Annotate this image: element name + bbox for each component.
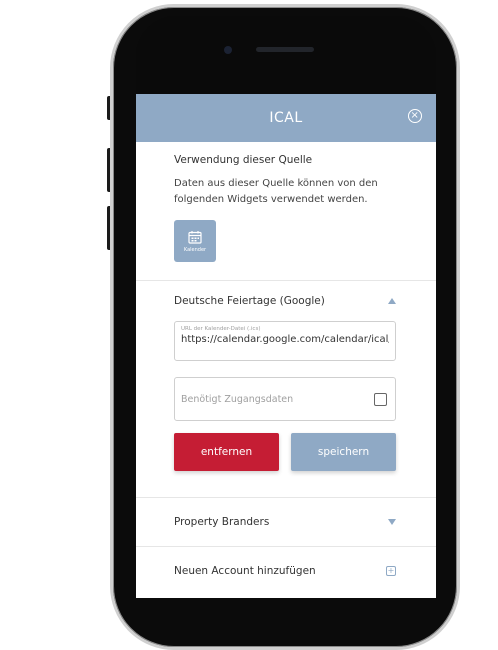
account-name: Property Branders <box>174 516 270 528</box>
widget-calendar-tile[interactable]: Kalender <box>174 220 216 262</box>
modal-header: ICAL × <box>136 94 436 142</box>
ical-modal: ICAL × Verwendung dieser Quelle Daten au… <box>136 94 436 598</box>
usage-description: Daten aus dieser Quelle können von den f… <box>174 178 378 205</box>
source-name: Deutsche Feiertage (Google) <box>174 295 325 307</box>
usage-title: Verwendung dieser Quelle <box>174 154 313 166</box>
add-account-label: Neuen Account hinzufügen <box>174 565 316 577</box>
calendar-icon <box>188 230 202 244</box>
widget-label: Kalender <box>183 246 207 253</box>
usage-section: Verwendung dieser Quelle Daten aus diese… <box>136 142 436 262</box>
credentials-checkbox[interactable] <box>374 392 387 406</box>
account-row-property-branders[interactable]: Property Branders <box>136 498 436 546</box>
ics-url-label: URL der Kalender-Datei (.ics) <box>181 326 261 332</box>
source-panel: Deutsche Feiertage (Google) URL der Kale… <box>136 281 436 471</box>
credentials-label: Benötigt Zugangsdaten <box>181 393 294 405</box>
ics-url-value[interactable]: https://calendar.google.com/calendar/ica… <box>181 334 389 345</box>
modal-title: ICAL <box>269 110 303 126</box>
earpiece-speaker <box>256 47 314 52</box>
action-buttons: entfernen speichern <box>174 433 396 471</box>
source-header[interactable]: Deutsche Feiertage (Google) <box>174 281 396 321</box>
ics-url-field[interactable]: URL der Kalender-Datei (.ics) https://ca… <box>174 321 396 361</box>
plus-square-icon[interactable]: + <box>386 566 396 576</box>
close-circle-icon[interactable]: × <box>408 109 422 123</box>
credentials-field[interactable]: Benötigt Zugangsdaten <box>174 377 396 421</box>
chevron-up-icon[interactable] <box>388 298 396 304</box>
chevron-down-icon[interactable] <box>388 519 396 525</box>
add-account-row[interactable]: Neuen Account hinzufügen + <box>136 547 436 595</box>
save-button[interactable]: speichern <box>291 433 396 471</box>
camera-sensor <box>224 46 232 54</box>
remove-button[interactable]: entfernen <box>174 433 279 471</box>
